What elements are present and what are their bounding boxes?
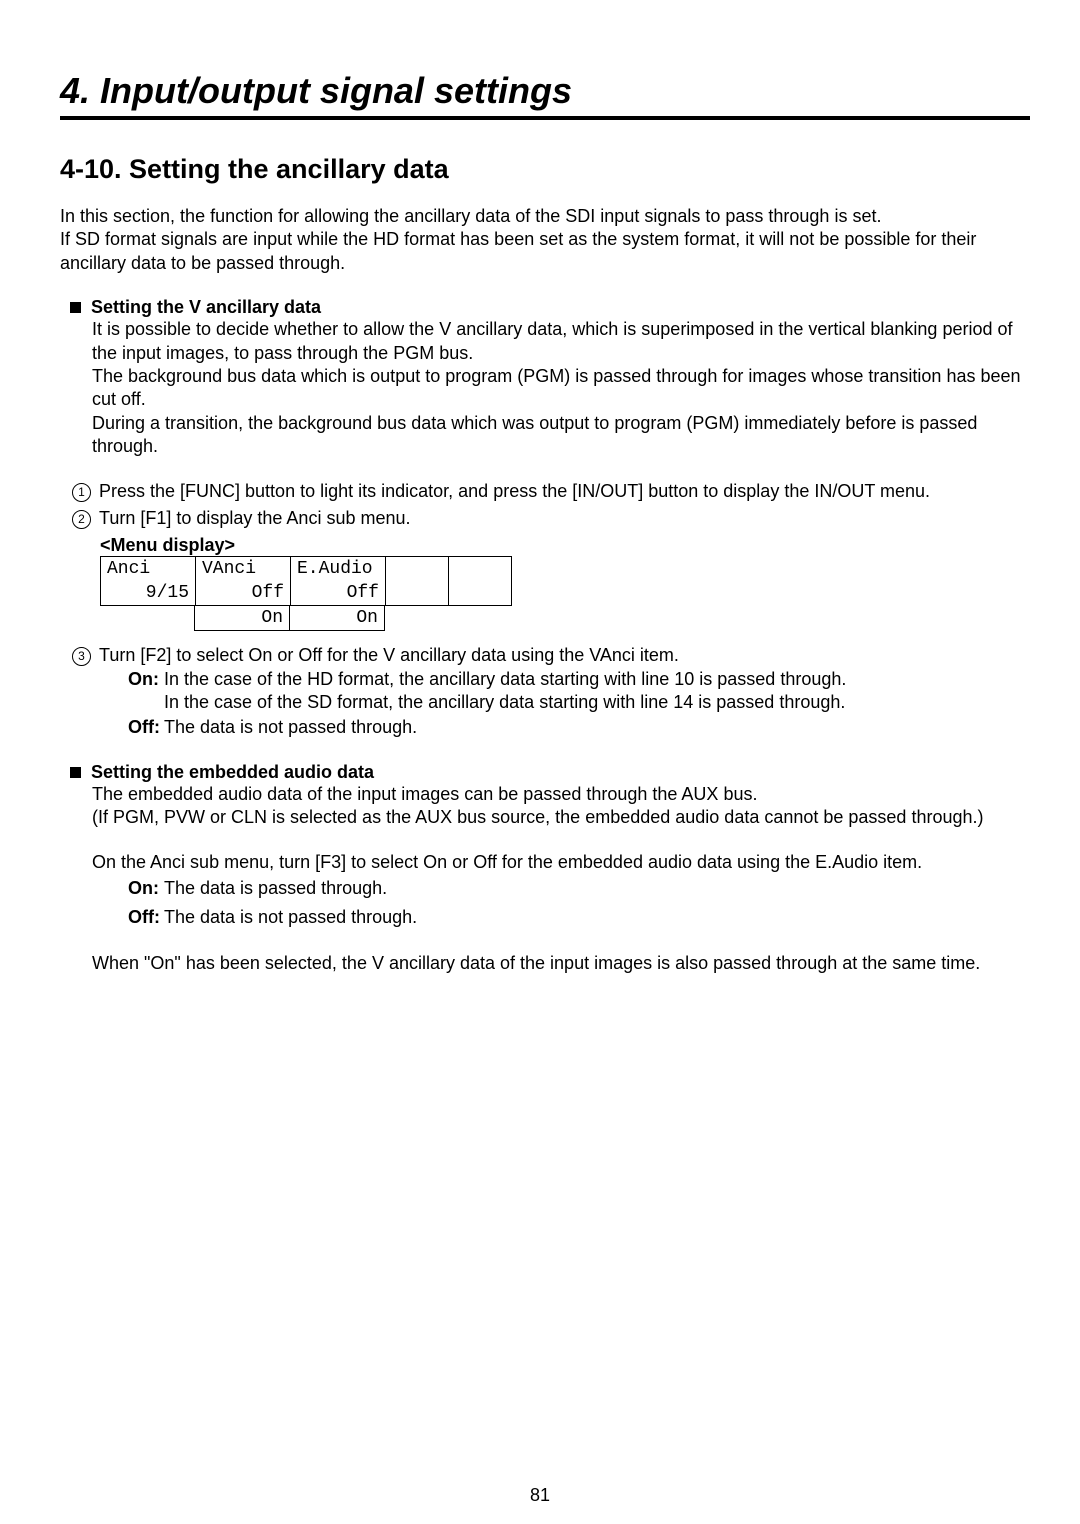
option-on-2: On: The data is passed through. [128, 877, 1030, 900]
menu-display-table: Anci VAnci E.Audio 9/15 Off Off [100, 556, 512, 606]
step-1-text: Press the [FUNC] button to light its ind… [99, 481, 1030, 502]
intro-paragraph: In this section, the function for allowi… [60, 205, 1030, 275]
page-number: 81 [0, 1485, 1080, 1506]
option-off-label: Off: [128, 716, 164, 739]
option-on-line1: In the case of the HD format, the ancill… [164, 669, 846, 689]
menu-cell: 9/15 [101, 581, 196, 606]
menu-cell-empty [449, 556, 512, 581]
menu-cell-empty [100, 605, 195, 630]
step-3-text: Turn [F2] to select On or Off for the V … [99, 645, 1030, 666]
subheading-label: Setting the V ancillary data [91, 297, 321, 318]
menu-cell-empty [386, 556, 449, 581]
sub2-step: On the Anci sub menu, turn [F3] to selec… [92, 851, 1030, 874]
option-off-text-2: The data is not passed through. [164, 906, 1030, 929]
subheading-v-ancillary: Setting the V ancillary data [70, 297, 1030, 318]
step-number-icon: 2 [72, 510, 91, 529]
page: 4. Input/output signal settings 4-10. Se… [0, 0, 1080, 1524]
step-number-icon: 3 [72, 647, 91, 666]
sub2-note: When "On" has been selected, the V ancil… [92, 952, 1030, 975]
menu-cell: VAnci [196, 556, 291, 581]
bullet-square-icon [70, 302, 81, 313]
step-3: 3 Turn [F2] to select On or Off for the … [72, 645, 1030, 666]
option-on-line2: In the case of the SD format, the ancill… [164, 692, 845, 712]
menu-display-label: <Menu display> [100, 535, 1030, 556]
option-on-label: On: [128, 877, 164, 900]
option-on: On: In the case of the HD format, the an… [128, 668, 1030, 715]
step-number-icon: 1 [72, 483, 91, 502]
subheading-embedded-audio: Setting the embedded audio data [70, 762, 1030, 783]
step-1: 1 Press the [FUNC] button to light its i… [72, 481, 1030, 502]
option-off: Off: The data is not passed through. [128, 716, 1030, 739]
step-2-text: Turn [F1] to display the Anci sub menu. [99, 508, 1030, 529]
sub2-para: The embedded audio data of the input ima… [92, 783, 1030, 830]
sub1-para: It is possible to decide whether to allo… [92, 318, 1030, 458]
subheading-label: Setting the embedded audio data [91, 762, 374, 783]
chapter-title: 4. Input/output signal settings [60, 70, 1030, 120]
section-title: 4-10. Setting the ancillary data [60, 154, 1030, 185]
menu-display-extra: On On [100, 605, 385, 631]
option-off-text: The data is not passed through. [164, 716, 1030, 739]
step-2: 2 Turn [F1] to display the Anci sub menu… [72, 508, 1030, 529]
option-off-label: Off: [128, 906, 164, 929]
option-on-text-2: The data is passed through. [164, 877, 1030, 900]
menu-cell: On [290, 605, 385, 630]
bullet-square-icon [70, 767, 81, 778]
menu-cell: Off [291, 581, 386, 606]
option-off-2: Off: The data is not passed through. [128, 906, 1030, 929]
menu-cell: On [195, 605, 290, 630]
option-on-label: On: [128, 668, 164, 715]
menu-cell-empty [449, 581, 512, 606]
menu-cell: Off [196, 581, 291, 606]
menu-cell: E.Audio [291, 556, 386, 581]
option-on-text: In the case of the HD format, the ancill… [164, 668, 1030, 715]
menu-cell-empty [386, 581, 449, 606]
menu-cell: Anci [101, 556, 196, 581]
